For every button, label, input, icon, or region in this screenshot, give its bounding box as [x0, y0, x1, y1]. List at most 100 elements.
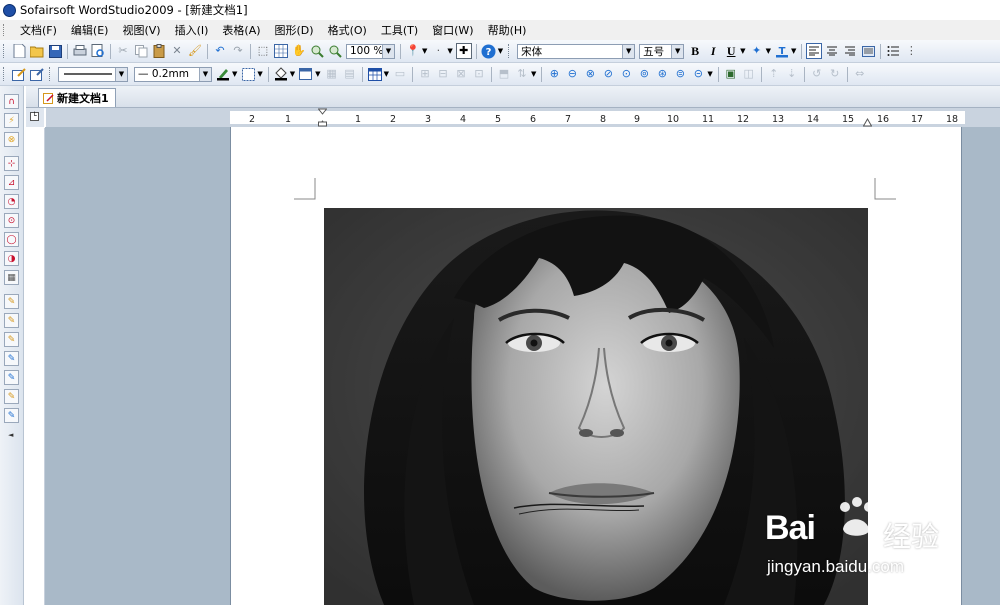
chevron-down-icon[interactable]: ▼: [531, 70, 536, 78]
bullet-list-icon[interactable]: [885, 43, 901, 59]
chevron-down-icon[interactable]: ▼: [315, 70, 320, 78]
snap-circle-icon[interactable]: ◯: [4, 232, 19, 247]
text-direction-icon[interactable]: ⬒: [496, 66, 512, 82]
horizontal-ruler[interactable]: 2 1 1 2 3 4 5 6 7 8 9 10 11 12 13 14 15 …: [46, 108, 1000, 127]
cancel-snap-icon[interactable]: ⊗: [4, 132, 19, 147]
toolbar-grip[interactable]: [508, 44, 512, 58]
merge-cells-icon[interactable]: ⊞: [417, 66, 433, 82]
snap-grid-icon[interactable]: ▦: [4, 270, 19, 285]
wrap-edit-icon[interactable]: ⊜: [672, 66, 688, 82]
menu-graphics[interactable]: 图形(D): [268, 22, 321, 38]
line-style-select[interactable]: ▼: [58, 66, 128, 82]
chevron-down-icon[interactable]: ▼: [232, 70, 237, 78]
split-cells-icon[interactable]: ⊟: [435, 66, 451, 82]
scroll-left-icon[interactable]: ◄: [8, 431, 13, 439]
chevron-down-icon[interactable]: ▼: [766, 47, 771, 55]
menu-window[interactable]: 窗口(W): [425, 22, 480, 38]
pencil-polygon-icon[interactable]: ✎: [4, 408, 19, 423]
chevron-down-icon[interactable]: ▼: [498, 47, 503, 55]
chevron-down-icon[interactable]: ▼: [707, 70, 712, 78]
chevron-down-icon[interactable]: ▼: [290, 70, 295, 78]
wrap-top-bottom-icon[interactable]: ⊘: [600, 66, 616, 82]
italic-button[interactable]: I: [705, 43, 721, 59]
toolbar-grip[interactable]: [49, 67, 53, 81]
align-left-icon[interactable]: [806, 43, 823, 59]
toolbar-grip[interactable]: [3, 67, 7, 81]
align-right-icon[interactable]: [842, 43, 858, 59]
snap-point-icon[interactable]: ⊹: [4, 156, 19, 171]
chevron-down-icon[interactable]: ▼: [384, 70, 389, 78]
new-document-icon[interactable]: [11, 43, 27, 59]
cut-icon[interactable]: ✂: [115, 43, 131, 59]
table-properties-icon[interactable]: ⊡: [471, 66, 487, 82]
font-size-select[interactable]: 五号 ▼: [639, 43, 685, 59]
ungroup-objects-icon[interactable]: ◫: [741, 66, 757, 82]
font-color-icon[interactable]: T: [774, 43, 790, 59]
chevron-down-icon[interactable]: ▼: [740, 47, 745, 55]
fill-bucket-icon[interactable]: [273, 66, 289, 82]
magnet-icon[interactable]: ∩: [4, 94, 19, 109]
snap-arc-icon[interactable]: ◔: [4, 194, 19, 209]
menu-document[interactable]: 文档(F): [13, 22, 64, 38]
help-icon[interactable]: ?: [481, 43, 497, 59]
menu-grip[interactable]: [3, 24, 7, 36]
right-indent-marker-icon[interactable]: [862, 116, 873, 127]
chevron-down-icon[interactable]: ▼: [257, 70, 262, 78]
vertical-ruler[interactable]: [26, 128, 45, 605]
menu-insert[interactable]: 插入(I): [168, 22, 216, 38]
font-family-select[interactable]: 宋体 ▼: [517, 43, 636, 59]
wrap-behind-icon[interactable]: ⊙: [618, 66, 634, 82]
justify-icon[interactable]: [860, 43, 876, 59]
print-preview-icon[interactable]: [90, 43, 106, 59]
menu-tools[interactable]: 工具(T): [374, 22, 425, 38]
insert-special-icon[interactable]: ✚: [455, 43, 472, 59]
chevron-down-icon[interactable]: ▼: [447, 47, 452, 55]
redo-icon[interactable]: ↷: [230, 43, 246, 59]
delete-icon[interactable]: ✕: [169, 43, 185, 59]
menu-view[interactable]: 视图(V): [115, 22, 167, 38]
pencil-curve-icon[interactable]: ✎: [4, 332, 19, 347]
ruler-corner[interactable]: └: [26, 108, 44, 127]
flip-icon[interactable]: ⇔: [852, 66, 868, 82]
copy-icon[interactable]: [133, 43, 149, 59]
grid-toggle-icon[interactable]: [273, 43, 289, 59]
rotate-right-icon[interactable]: ↻: [827, 66, 843, 82]
wrap-through-icon[interactable]: ⊗: [582, 66, 598, 82]
menu-format[interactable]: 格式(O): [321, 22, 374, 38]
highlight-icon[interactable]: ✦: [749, 43, 765, 59]
border-style-icon[interactable]: [240, 66, 256, 82]
menu-table[interactable]: 表格(A): [215, 22, 267, 38]
tab-new-document-1[interactable]: 新建文档1: [38, 88, 116, 107]
wrap-options-icon[interactable]: ⊝: [690, 66, 706, 82]
undo-icon[interactable]: ↶: [212, 43, 228, 59]
group-objects-icon[interactable]: ▣: [723, 66, 739, 82]
snap-center-icon[interactable]: ⊙: [4, 213, 19, 228]
bold-button[interactable]: B: [687, 43, 703, 59]
select-object-icon[interactable]: ⬚: [255, 43, 271, 59]
insert-table-icon[interactable]: [367, 66, 383, 82]
pencil-freehand-icon[interactable]: ✎: [4, 389, 19, 404]
insert-image-icon[interactable]: 📍: [405, 43, 421, 59]
wrap-front-icon[interactable]: ⊚: [636, 66, 652, 82]
numbered-list-icon[interactable]: ⋮: [903, 43, 919, 59]
line-color-icon[interactable]: [215, 66, 231, 82]
toolbar-grip[interactable]: [3, 44, 7, 58]
menu-edit[interactable]: 编辑(E): [64, 22, 116, 38]
pencil-draw-icon[interactable]: ✎: [4, 294, 19, 309]
snap-line-icon[interactable]: ⊿: [4, 175, 19, 190]
send-backward-icon[interactable]: ⇣: [784, 66, 800, 82]
table-borders-icon[interactable]: ▭: [392, 66, 408, 82]
sort-icon[interactable]: ⇅: [514, 66, 530, 82]
paste-icon[interactable]: [151, 43, 167, 59]
menu-help[interactable]: 帮助(H): [481, 22, 534, 38]
open-folder-icon[interactable]: [29, 43, 45, 59]
chevron-down-icon[interactable]: ▼: [422, 47, 427, 55]
shadow-box-icon[interactable]: [298, 66, 314, 82]
format-painter-icon[interactable]: 🖌: [187, 43, 203, 59]
tab-stop-selector-icon[interactable]: └: [30, 112, 39, 121]
save-icon[interactable]: [47, 43, 63, 59]
zoom-select[interactable]: 100 % ▼: [346, 43, 395, 59]
snap-tangent-icon[interactable]: ◑: [4, 251, 19, 266]
edit-shape-icon[interactable]: [29, 66, 45, 82]
wrap-tight-icon[interactable]: ⊖: [564, 66, 580, 82]
